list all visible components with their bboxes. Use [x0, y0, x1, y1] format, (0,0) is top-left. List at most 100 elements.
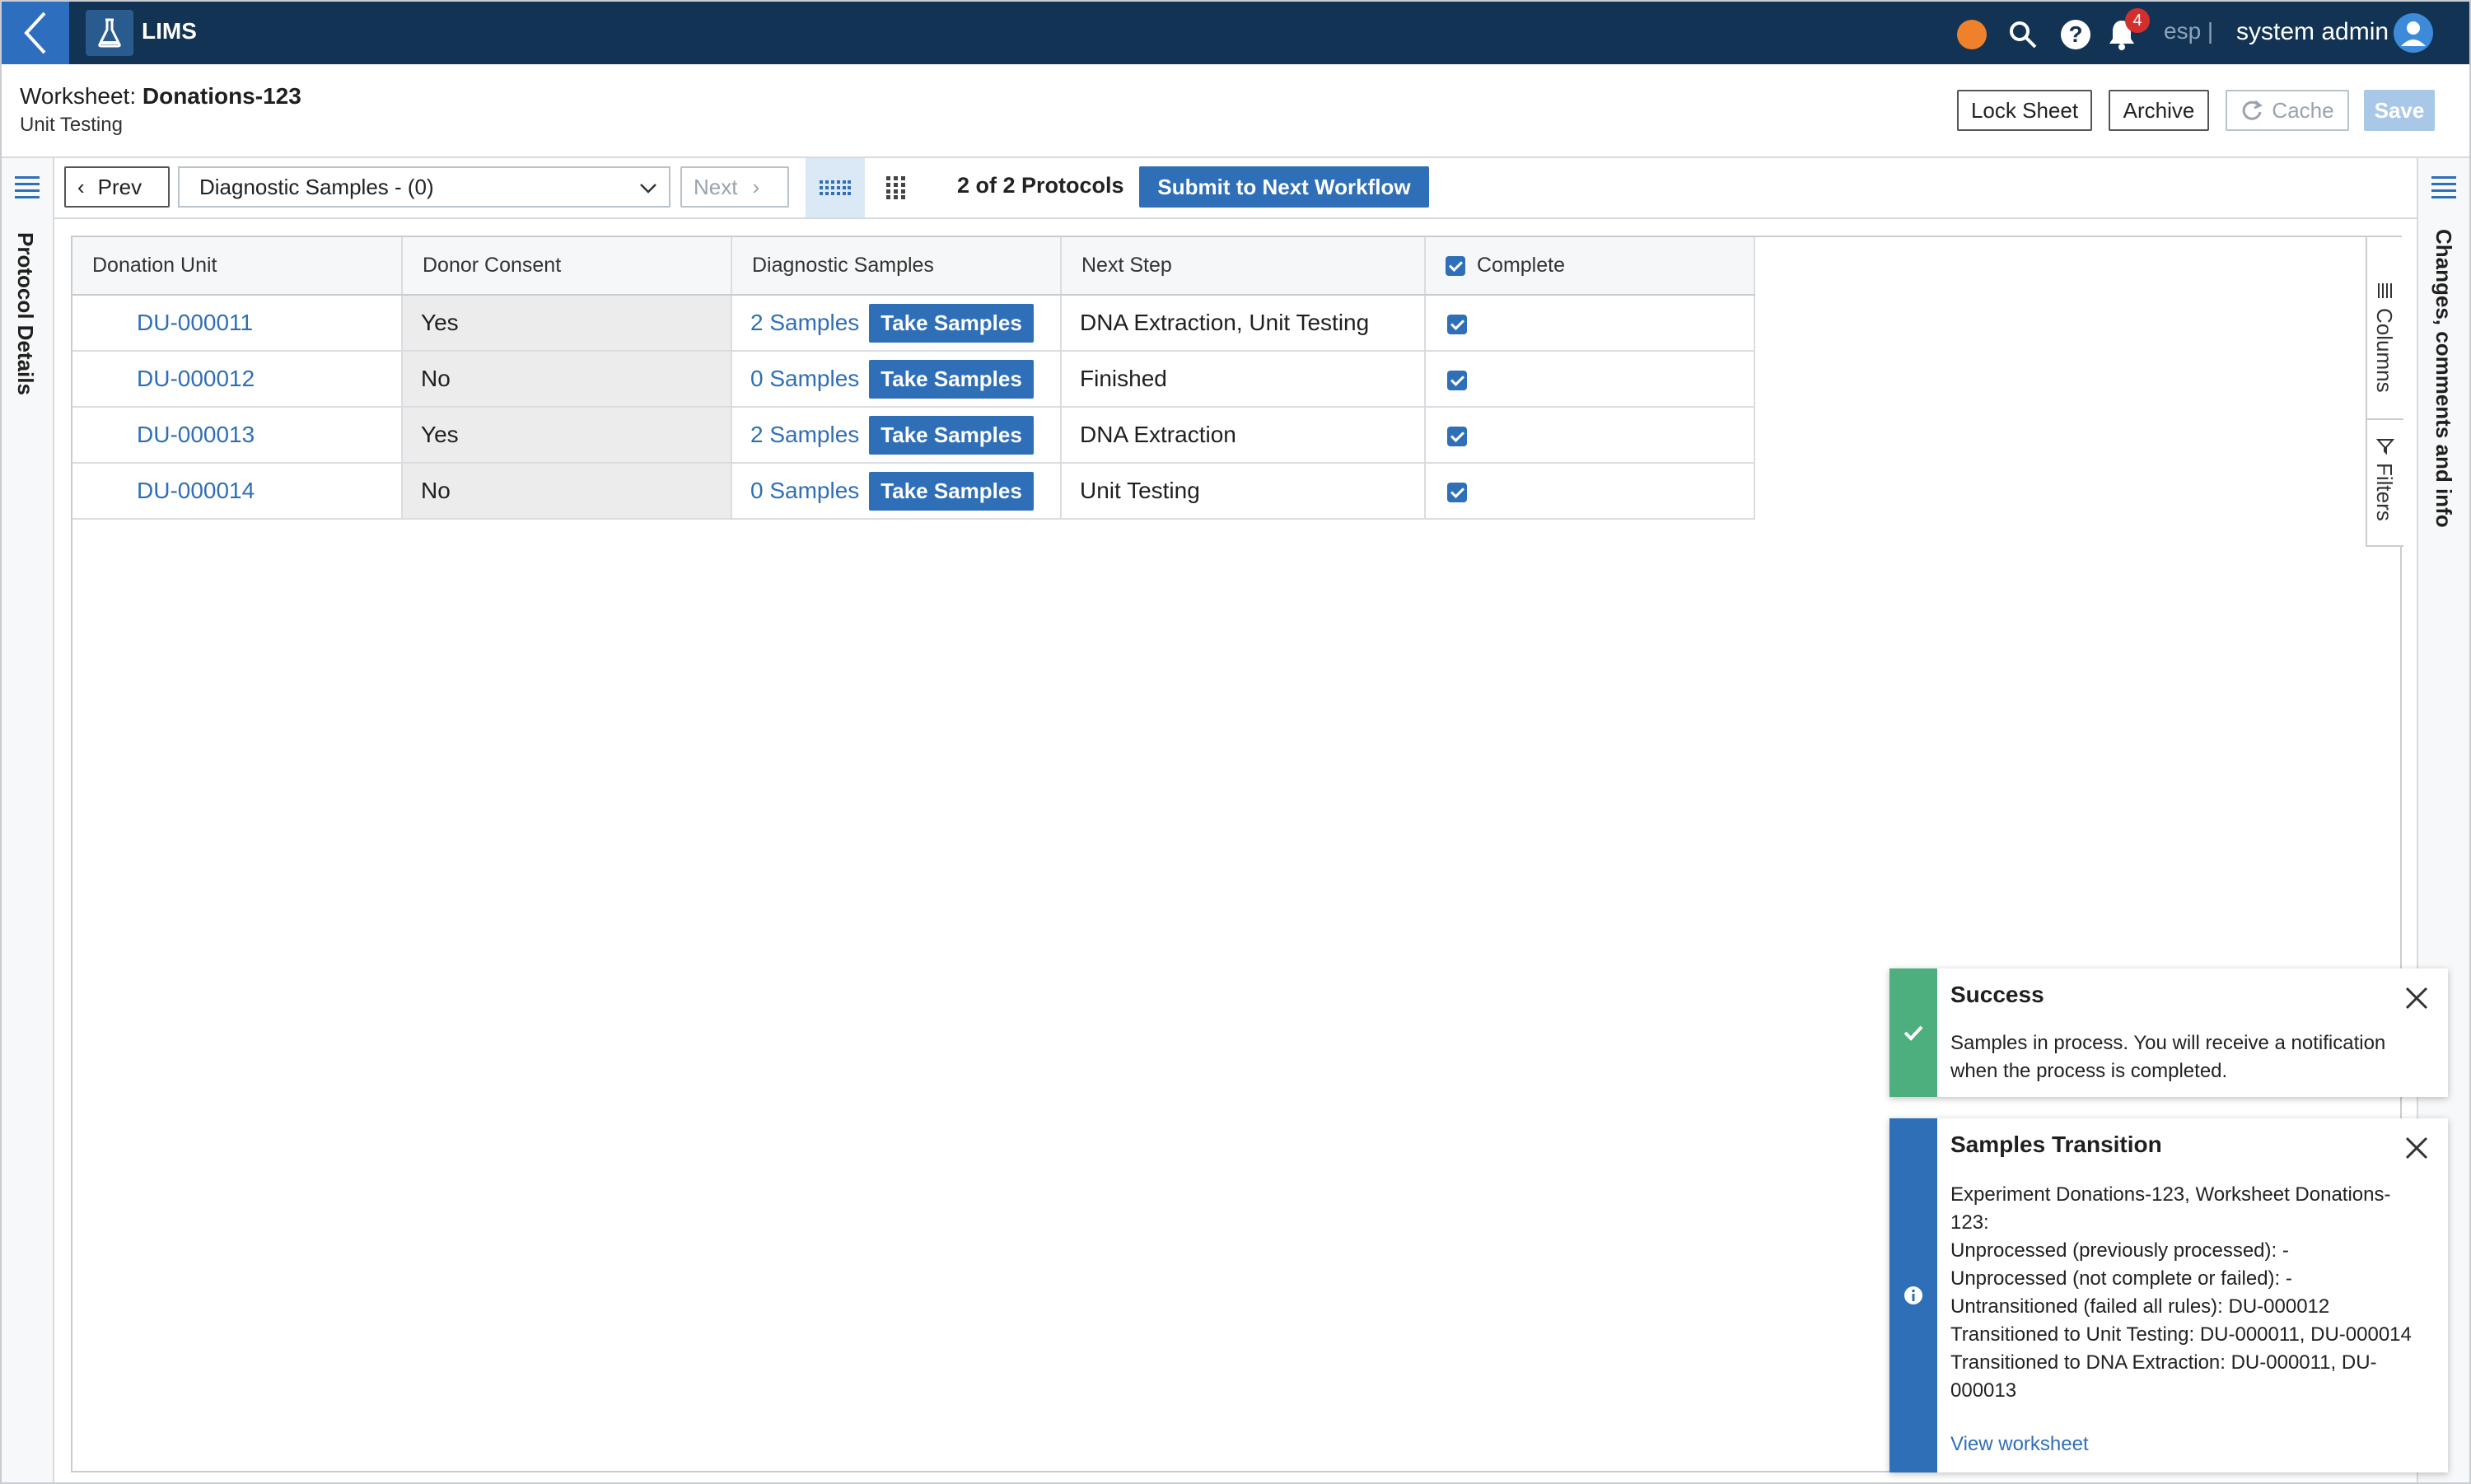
- take-samples-button[interactable]: Take Samples: [869, 303, 1034, 343]
- protocol-details-panel[interactable]: Protocol Details: [2, 158, 54, 1482]
- save-button[interactable]: Save: [2364, 90, 2435, 131]
- user-name[interactable]: system admin: [2236, 18, 2389, 46]
- user-icon: [2401, 21, 2426, 46]
- success-toast-title: Success: [1950, 982, 2044, 1007]
- transition-toast-message: Experiment Donations-123, Worksheet Dona…: [1950, 1181, 2436, 1405]
- complete-checkbox[interactable]: [1447, 426, 1467, 446]
- donor-consent-cell: No: [402, 463, 732, 520]
- donation-unit-link[interactable]: DU-000013: [137, 422, 255, 447]
- compact-view-button[interactable]: [866, 158, 926, 217]
- next-button[interactable]: Next ›: [680, 166, 789, 208]
- success-toast-message: Samples in process. You will receive a n…: [1950, 1029, 2436, 1085]
- select-all-checkbox[interactable]: [1446, 256, 1465, 277]
- search-icon: [2010, 21, 2037, 49]
- donor-consent-cell: Yes: [402, 295, 732, 352]
- close-icon[interactable]: [2402, 983, 2431, 1013]
- page-title: Worksheet: Donations-123: [20, 83, 301, 110]
- column-header-next-step[interactable]: Next Step: [1061, 237, 1426, 296]
- top-bar: LIMS ? 4 esp | system admin: [2, 2, 2469, 64]
- next-label: Next: [694, 174, 738, 199]
- table-row: DU-000013 Yes 2 Samples Take Samples DNA …: [72, 407, 1755, 464]
- success-toast-bar: [1889, 968, 1937, 1097]
- worksheet-label: Worksheet:: [20, 83, 137, 109]
- samples-count-link[interactable]: 0 Samples: [750, 366, 859, 391]
- changes-comments-label: Changes, comments and info: [2431, 229, 2456, 528]
- table-header-row: Donation Unit Donor Consent Diagnostic S…: [72, 237, 1755, 296]
- donation-unit-link[interactable]: DU-000011: [137, 310, 253, 335]
- complete-checkbox[interactable]: [1447, 370, 1467, 390]
- next-step-cell: DNA Extraction: [1061, 407, 1426, 464]
- next-step-cell: DNA Extraction, Unit Testing: [1061, 295, 1426, 352]
- protocol-select-value: Diagnostic Samples - (0): [199, 174, 434, 199]
- donor-consent-cell: No: [402, 351, 732, 408]
- info-icon: [1904, 1286, 1922, 1304]
- chevron-down-icon: [640, 184, 656, 194]
- next-step-cell: Finished: [1061, 351, 1426, 408]
- next-step-cell: Unit Testing: [1061, 463, 1426, 520]
- list-icon: [15, 176, 40, 198]
- donation-unit-link[interactable]: DU-000014: [137, 478, 255, 503]
- table-row: DU-000012 No 0 Samples Take Samples Finis…: [72, 351, 1755, 408]
- cache-label: Cache: [2272, 97, 2334, 123]
- take-samples-button[interactable]: Take Samples: [869, 415, 1034, 455]
- app-switcher-button[interactable]: [86, 10, 133, 56]
- prev-button[interactable]: ‹ Prev: [64, 166, 170, 208]
- transition-line: 000013: [1950, 1379, 2017, 1402]
- protocol-details-label: Protocol Details: [13, 232, 38, 395]
- grid-tool-panel: Columns Filters: [2366, 237, 2403, 547]
- view-worksheet-link[interactable]: View worksheet: [1950, 1433, 2089, 1456]
- chevron-right-icon: ›: [752, 174, 760, 199]
- take-samples-button[interactable]: Take Samples: [869, 359, 1034, 399]
- column-header-complete[interactable]: Complete: [1425, 237, 1755, 296]
- column-header-diagnostic-samples[interactable]: Diagnostic Samples: [731, 237, 1062, 296]
- cache-button[interactable]: Cache: [2226, 90, 2349, 131]
- table-row: DU-000014 No 0 Samples Take Samples Unit …: [72, 463, 1755, 520]
- columns-tool[interactable]: Columns: [2367, 237, 2403, 420]
- transition-line: Unprocessed (not complete or failed): -: [1950, 1267, 2292, 1290]
- donor-consent-cell: Yes: [402, 407, 732, 464]
- help-button[interactable]: ?: [2059, 18, 2092, 51]
- donation-unit-link[interactable]: DU-000012: [137, 366, 255, 391]
- worksheet-table: Donation Unit Donor Consent Diagnostic S…: [72, 237, 1755, 520]
- success-toast-line: when the process is completed.: [1950, 1060, 2228, 1082]
- avatar[interactable]: [2394, 13, 2433, 53]
- close-icon[interactable]: [2402, 1133, 2431, 1163]
- samples-count-link[interactable]: 2 Samples: [750, 422, 859, 447]
- samples-count-link[interactable]: 0 Samples: [750, 478, 859, 503]
- success-toast: Success Samples in process. You will rec…: [1889, 968, 2448, 1097]
- submit-next-workflow-button[interactable]: Submit to Next Workflow: [1139, 166, 1429, 208]
- grid-view-icon: [820, 180, 851, 195]
- table-row: DU-000011 Yes 2 Samples Take Samples DNA …: [72, 295, 1755, 352]
- flask-icon: [98, 18, 121, 48]
- back-button[interactable]: [2, 2, 69, 64]
- samples-transition-toast: Samples Transition Experiment Donations-…: [1889, 1118, 2448, 1472]
- columns-label: Columns: [2372, 308, 2397, 393]
- transition-line: Transitioned to Unit Testing: DU-000011,…: [1950, 1323, 2412, 1346]
- grid-view-button[interactable]: [806, 158, 865, 217]
- transition-line: Experiment Donations-123, Worksheet Dona…: [1950, 1183, 2391, 1206]
- status-indicator[interactable]: [1957, 20, 1987, 49]
- samples-count-link[interactable]: 2 Samples: [750, 310, 859, 335]
- transition-toast-title: Samples Transition: [1950, 1132, 2162, 1157]
- filters-tool[interactable]: Filters: [2367, 420, 2403, 544]
- chevron-left-icon: ‹: [77, 174, 85, 199]
- transition-line: Untransitioned (failed all rules): DU-00…: [1950, 1295, 2330, 1318]
- complete-checkbox[interactable]: [1447, 314, 1467, 334]
- prev-label: Prev: [97, 174, 142, 199]
- complete-header-label: Complete: [1477, 254, 1565, 277]
- take-samples-button[interactable]: Take Samples: [869, 471, 1034, 511]
- search-button[interactable]: [2006, 18, 2039, 51]
- lock-sheet-button[interactable]: Lock Sheet: [1957, 90, 2092, 131]
- column-header-donor-consent[interactable]: Donor Consent: [402, 237, 732, 296]
- tenant-label: esp |: [2164, 18, 2214, 44]
- columns-icon: [2378, 283, 2392, 298]
- protocol-select[interactable]: Diagnostic Samples - (0): [178, 166, 670, 208]
- chevron-left-icon: [24, 12, 46, 54]
- toolbar-divider: [2, 217, 2469, 219]
- list-icon: [2431, 176, 2456, 198]
- complete-checkbox[interactable]: [1447, 482, 1467, 502]
- archive-button[interactable]: Archive: [2109, 90, 2209, 131]
- transition-line: 123:: [1950, 1211, 1989, 1234]
- column-header-donation-unit[interactable]: Donation Unit: [72, 237, 403, 296]
- transition-toast-bar: [1889, 1118, 1937, 1472]
